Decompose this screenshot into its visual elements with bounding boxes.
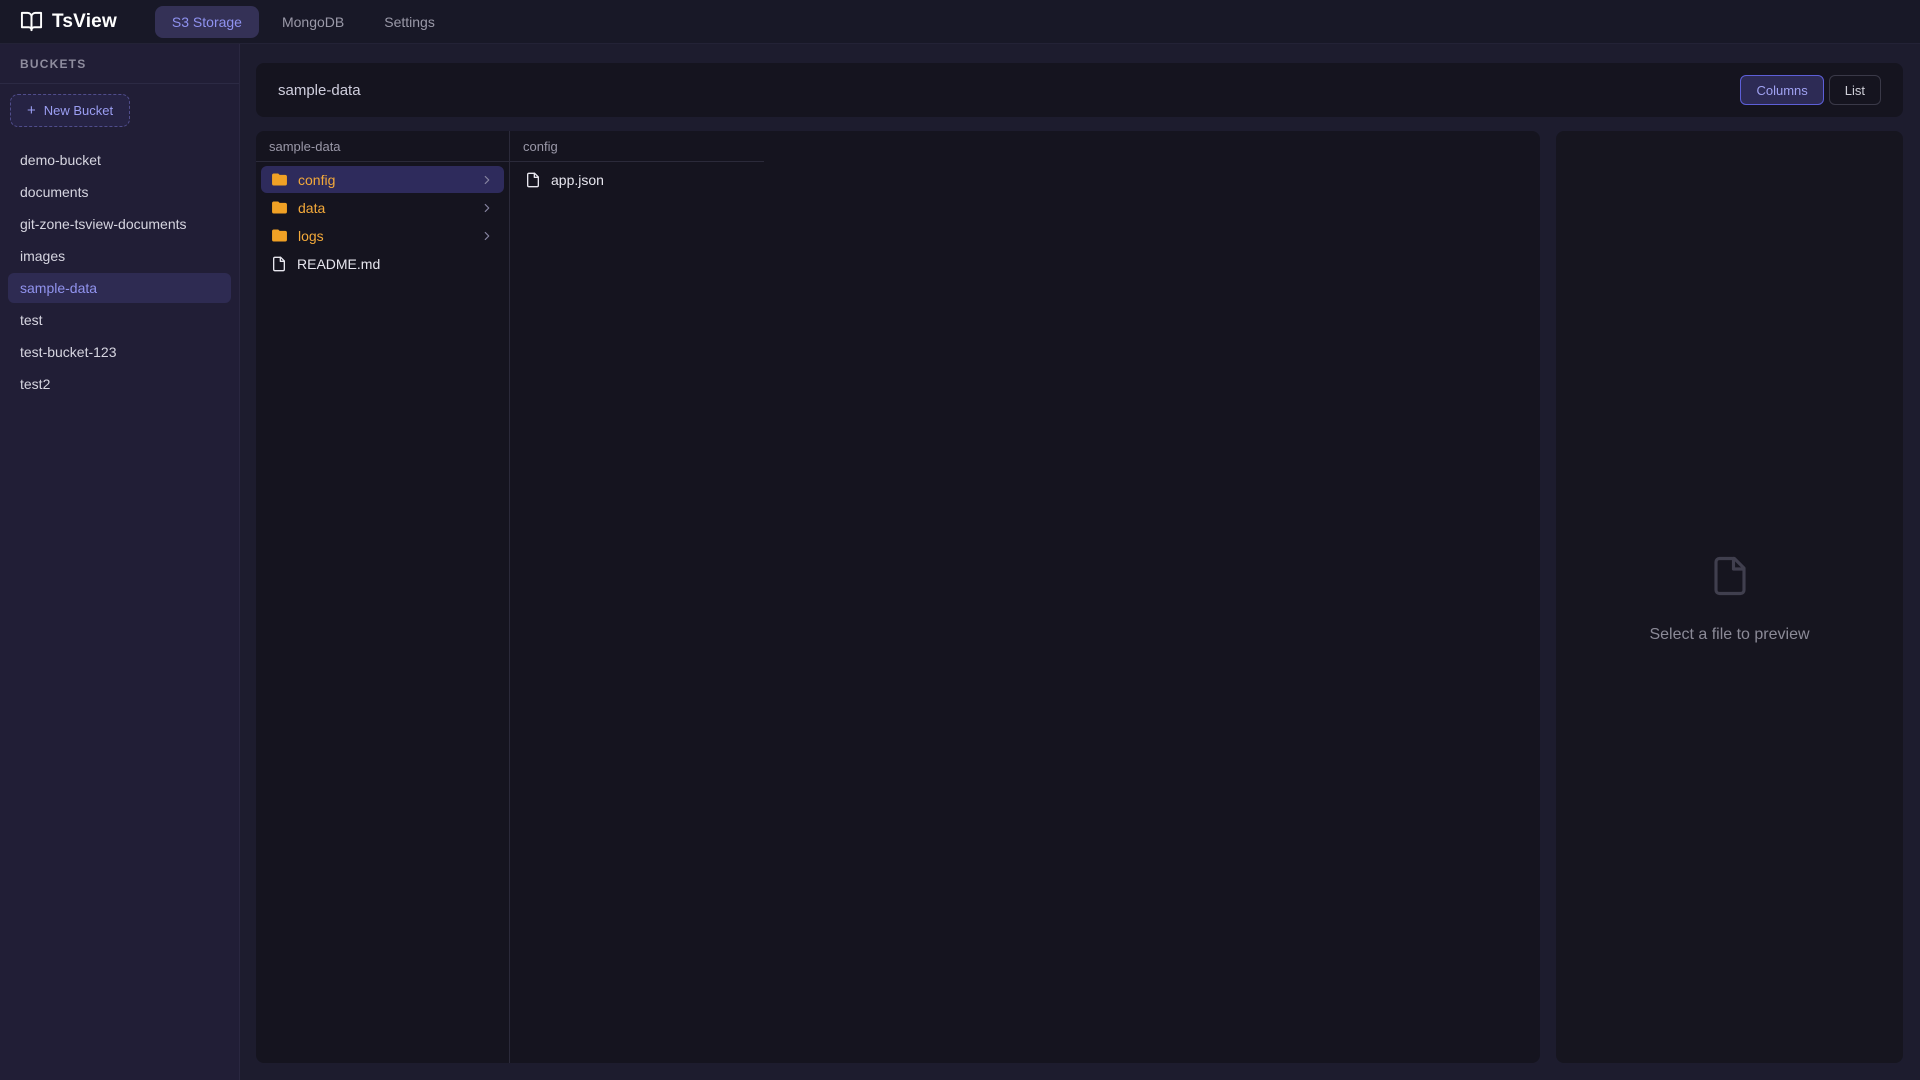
column-sample-data: sample-data config data logs README.md	[256, 131, 510, 1063]
bucket-item-test2[interactable]: test2	[8, 369, 231, 399]
chevron-right-icon	[480, 201, 494, 215]
list-view-button[interactable]: List	[1828, 75, 1881, 105]
entry-label: app.json	[551, 171, 604, 188]
folder-icon	[271, 227, 288, 244]
entry-label: logs	[298, 227, 324, 244]
file-icon	[525, 172, 541, 188]
entry-label: README.md	[297, 255, 381, 272]
entry-label: config	[298, 171, 336, 188]
bucket-item-demo-bucket[interactable]: demo-bucket	[8, 145, 231, 175]
folder-icon	[271, 171, 288, 188]
new-bucket-label: New Bucket	[43, 103, 114, 118]
column-header: config	[510, 131, 764, 162]
preview-placeholder-text: Select a file to preview	[1649, 625, 1810, 643]
page-header: sample-data Columns List	[256, 63, 1903, 117]
entry-label: data	[298, 199, 326, 216]
column-config: config app.json	[510, 131, 764, 1063]
columns-view-button[interactable]: Columns	[1740, 75, 1824, 105]
folder-row-config[interactable]: config	[261, 166, 504, 193]
chevron-right-icon	[480, 173, 494, 187]
bucket-list: demo-bucket documents git-zone-tsview-do…	[0, 145, 239, 399]
view-toggle: Columns List	[1740, 75, 1881, 105]
content-row: sample-data config data logs README.md c…	[256, 131, 1903, 1063]
buckets-section-label: BUCKETS	[0, 44, 239, 84]
bucket-item-images[interactable]: images	[8, 241, 231, 271]
bucket-item-git-zone-tsview-documents[interactable]: git-zone-tsview-documents	[8, 209, 231, 239]
book-open-icon	[20, 10, 43, 33]
file-row-app-json[interactable]: app.json	[515, 166, 759, 193]
nav-tab-settings[interactable]: Settings	[367, 6, 452, 38]
column-rows: config data logs README.md	[256, 162, 509, 282]
page-title: sample-data	[278, 81, 361, 99]
new-bucket-button[interactable]: + New Bucket	[10, 94, 131, 127]
nav-tab-mongodb[interactable]: MongoDB	[265, 6, 361, 38]
bucket-item-sample-data[interactable]: sample-data	[8, 273, 231, 303]
folder-row-logs[interactable]: logs	[261, 222, 504, 249]
file-icon	[271, 256, 287, 272]
bucket-item-test-bucket-123[interactable]: test-bucket-123	[8, 337, 231, 367]
file-placeholder-icon	[1709, 551, 1751, 606]
chevron-right-icon	[480, 229, 494, 243]
folder-icon	[271, 199, 288, 216]
column-rows: app.json	[510, 162, 764, 198]
buckets-sidebar: BUCKETS + New Bucket demo-bucket documen…	[0, 44, 240, 1080]
main-content: sample-data Columns List sample-data con…	[240, 44, 1920, 1080]
file-preview-panel: Select a file to preview	[1556, 131, 1903, 1063]
folder-row-data[interactable]: data	[261, 194, 504, 221]
file-row-readme[interactable]: README.md	[261, 250, 504, 277]
miller-columns-panel: sample-data config data logs README.md c…	[256, 131, 1540, 1063]
app-title: TsView	[52, 10, 117, 32]
nav-tab-s3-storage[interactable]: S3 Storage	[154, 5, 259, 38]
bucket-item-documents[interactable]: documents	[8, 177, 231, 207]
bucket-item-test[interactable]: test	[8, 305, 231, 335]
top-navbar: TsView S3 Storage MongoDB Settings	[0, 0, 1920, 44]
plus-icon: +	[27, 102, 36, 119]
app-logo: TsView	[20, 10, 117, 33]
column-header: sample-data	[256, 131, 509, 162]
